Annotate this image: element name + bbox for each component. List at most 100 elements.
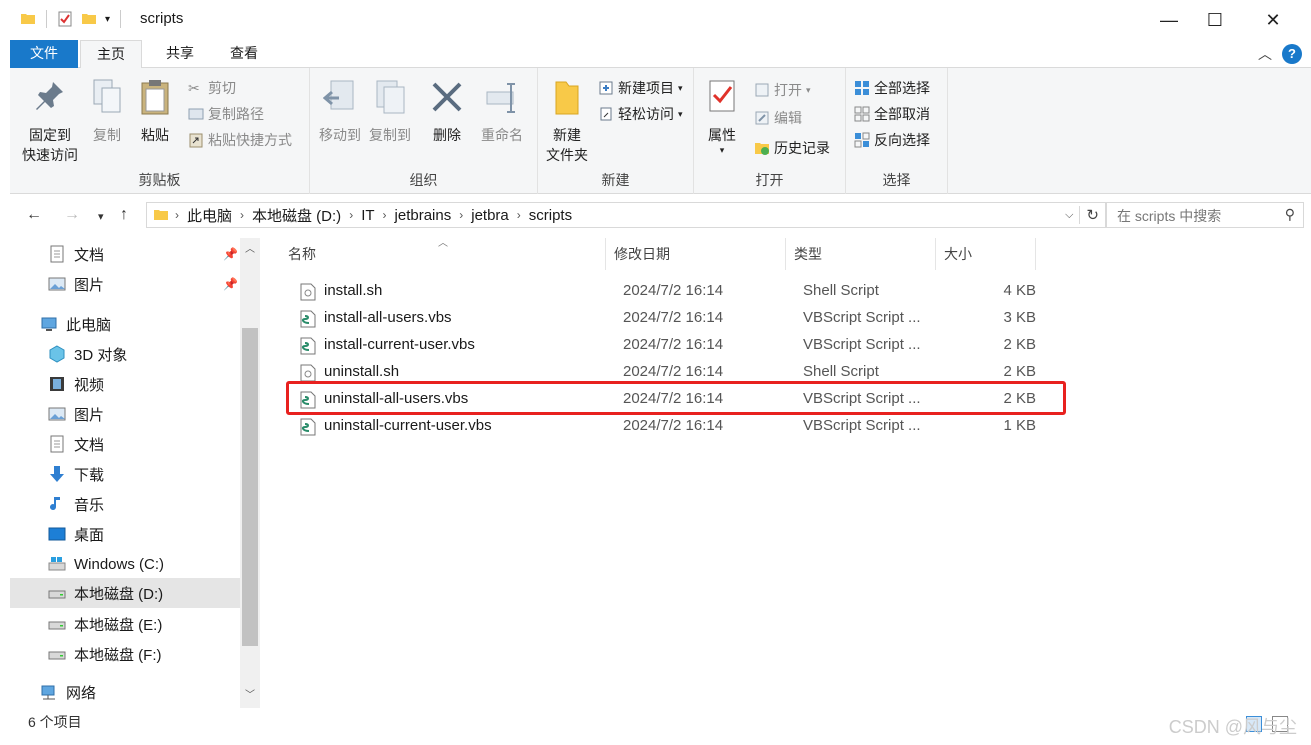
nav-downloads[interactable]: 下载: [48, 460, 104, 488]
copy-button[interactable]: 复制: [86, 74, 128, 145]
tab-home[interactable]: 主页: [80, 40, 142, 69]
back-arrow-icon[interactable]: ←: [26, 206, 42, 224]
forward-arrow-icon[interactable]: →: [64, 206, 80, 224]
nav-pictures[interactable]: 图片: [48, 400, 104, 428]
cut-button[interactable]: ✂ 剪切: [188, 78, 236, 98]
file-row[interactable]: install-all-users.vbs 2024/7/2 16:14 VBScr…: [288, 305, 1046, 332]
organize-group: 移动到 复制到 删除 重命名 组织: [310, 68, 538, 194]
file-type: VBScript Script ...: [803, 417, 921, 434]
search-input[interactable]: 在 scripts 中搜索 ⚲: [1106, 202, 1304, 228]
refresh-icon[interactable]: ↻: [1079, 206, 1105, 224]
breadcrumb-separator[interactable]: ›: [347, 208, 355, 222]
maximize-button[interactable]: ☐: [1186, 0, 1244, 40]
nav-quick-pictures[interactable]: 图片 📌: [48, 270, 238, 298]
new-item-button[interactable]: 新建项目 ▾: [598, 78, 683, 98]
title-bar: ▾ scripts — ☐ ✕: [10, 0, 1311, 40]
nav-label: 本地磁盘 (F:): [74, 646, 162, 664]
nav-label: 音乐: [74, 496, 105, 514]
breadcrumb-this-pc[interactable]: 此电脑: [181, 205, 238, 226]
breadcrumb-scripts[interactable]: scripts: [523, 207, 578, 224]
file-size: 4 KB: [1003, 282, 1036, 299]
properties-button[interactable]: 属性 ▾: [702, 74, 742, 155]
nav-network[interactable]: 网络: [40, 678, 96, 706]
select-group-label: 选择: [882, 172, 911, 188]
delete-button[interactable]: 删除: [426, 74, 468, 145]
nav-pane-scrollbar[interactable]: ︿ ﹀: [240, 238, 260, 708]
column-header-size[interactable]: 大小: [936, 238, 1036, 270]
navigation-pane: 文档 📌 图片 📌 此电脑 3D 对象 视频 图片 文档 下载 音乐 桌面 Wi…: [10, 238, 260, 708]
recent-locations-chevron-icon[interactable]: ▾: [98, 210, 104, 223]
breadcrumb-drive-d[interactable]: 本地磁盘 (D:): [246, 205, 347, 226]
help-icon[interactable]: ?: [1282, 44, 1302, 64]
search-placeholder: 在 scripts 中搜索: [1117, 208, 1222, 224]
ribbon-tabs: 文件 主页 共享 查看 ︿ ?: [10, 40, 1311, 69]
nav-this-pc[interactable]: 此电脑: [40, 310, 111, 338]
address-dropdown-icon[interactable]: ⌵: [1065, 209, 1073, 222]
nav-drive-c[interactable]: Windows (C:): [48, 550, 164, 578]
copy-to-button[interactable]: 复制到: [366, 74, 414, 145]
paste-shortcut-button[interactable]: 粘贴快捷方式: [188, 130, 292, 150]
properties-check-icon[interactable]: [57, 11, 73, 27]
close-button[interactable]: ✕: [1244, 0, 1302, 40]
breadcrumb-separator[interactable]: ›: [238, 208, 246, 222]
scroll-up-icon[interactable]: ︿: [245, 240, 255, 255]
invert-selection-button[interactable]: 反向选择: [854, 130, 930, 150]
nav-documents[interactable]: 文档: [48, 430, 104, 458]
nav-drive-e[interactable]: 本地磁盘 (E:): [48, 610, 162, 638]
paste-button[interactable]: 粘贴: [134, 74, 176, 145]
column-header-date[interactable]: 修改日期: [606, 238, 786, 270]
file-row[interactable]: uninstall-current-user.vbs 2024/7/2 16:14…: [288, 413, 1046, 440]
breadcrumb-separator[interactable]: ›: [515, 208, 523, 222]
invert-selection-icon: [854, 132, 870, 148]
nav-desktop[interactable]: 桌面: [48, 520, 104, 548]
scrollbar-thumb[interactable]: [242, 328, 258, 646]
move-to-button[interactable]: 移动到: [316, 74, 364, 145]
breadcrumb-it[interactable]: IT: [355, 207, 380, 224]
qat-dropdown-icon[interactable]: ▾: [105, 14, 110, 25]
open-button[interactable]: 打开 ▾: [754, 80, 811, 100]
up-arrow-icon[interactable]: ↑: [120, 206, 128, 224]
copy-path-button[interactable]: 复制路径: [188, 104, 264, 124]
nav-videos[interactable]: 视频: [48, 370, 104, 398]
file-name: install.sh: [324, 282, 383, 299]
new-folder-icon[interactable]: [81, 11, 97, 27]
breadcrumb-separator[interactable]: ›: [457, 208, 465, 222]
pin-quick-access-button[interactable]: 固定到 快速访问: [16, 74, 84, 165]
nav-quick-documents[interactable]: 文档 📌: [48, 240, 238, 268]
nav-music[interactable]: 音乐: [48, 490, 104, 518]
rename-icon: [486, 83, 515, 113]
scroll-down-icon[interactable]: ﹀: [245, 686, 255, 701]
select-all-button[interactable]: 全部选择: [854, 78, 930, 98]
new-folder-button[interactable]: 新建 文件夹: [542, 74, 592, 165]
nav-drive-d[interactable]: 本地磁盘 (D:): [10, 578, 240, 608]
column-header-type[interactable]: 类型: [786, 238, 936, 270]
breadcrumb-separator[interactable]: ›: [381, 208, 389, 222]
search-icon[interactable]: ⚲: [1285, 206, 1295, 223]
tab-view[interactable]: 查看: [214, 40, 274, 68]
history-button[interactable]: 历史记录: [754, 138, 830, 158]
drive-icon: [48, 621, 66, 630]
nav-label: 3D 对象: [74, 346, 128, 364]
select-none-button[interactable]: 全部取消: [854, 104, 930, 124]
pin-icon: [36, 82, 63, 110]
rename-button[interactable]: 重命名: [476, 74, 528, 145]
breadcrumb-separator[interactable]: ›: [173, 208, 181, 222]
shell-script-file-icon: [300, 364, 316, 382]
easy-access-button[interactable]: 轻松访问 ▾: [598, 104, 683, 124]
edit-button[interactable]: 编辑: [754, 108, 802, 128]
file-row[interactable]: install.sh 2024/7/2 16:14 Shell Script 4 KB: [288, 278, 1046, 305]
copy-label: 复制: [93, 127, 121, 143]
tab-share[interactable]: 共享: [150, 40, 210, 68]
file-type: Shell Script: [803, 282, 879, 299]
collapse-ribbon-icon[interactable]: ︿: [1258, 44, 1272, 64]
tab-file[interactable]: 文件: [10, 40, 78, 68]
file-type: Shell Script: [803, 363, 879, 380]
nav-drive-f[interactable]: 本地磁盘 (F:): [48, 640, 162, 668]
breadcrumb-jetbra[interactable]: jetbra: [465, 207, 515, 224]
column-header-name[interactable]: 名称: [280, 238, 606, 270]
address-bar[interactable]: › 此电脑 › 本地磁盘 (D:) › IT › jetbrains › jet…: [146, 202, 1106, 228]
nav-3d-objects[interactable]: 3D 对象: [48, 340, 127, 368]
breadcrumb-jetbrains[interactable]: jetbrains: [389, 207, 458, 224]
nav-label: 本地磁盘 (E:): [74, 616, 163, 634]
file-row[interactable]: install-current-user.vbs 2024/7/2 16:14 VB…: [288, 332, 1046, 359]
